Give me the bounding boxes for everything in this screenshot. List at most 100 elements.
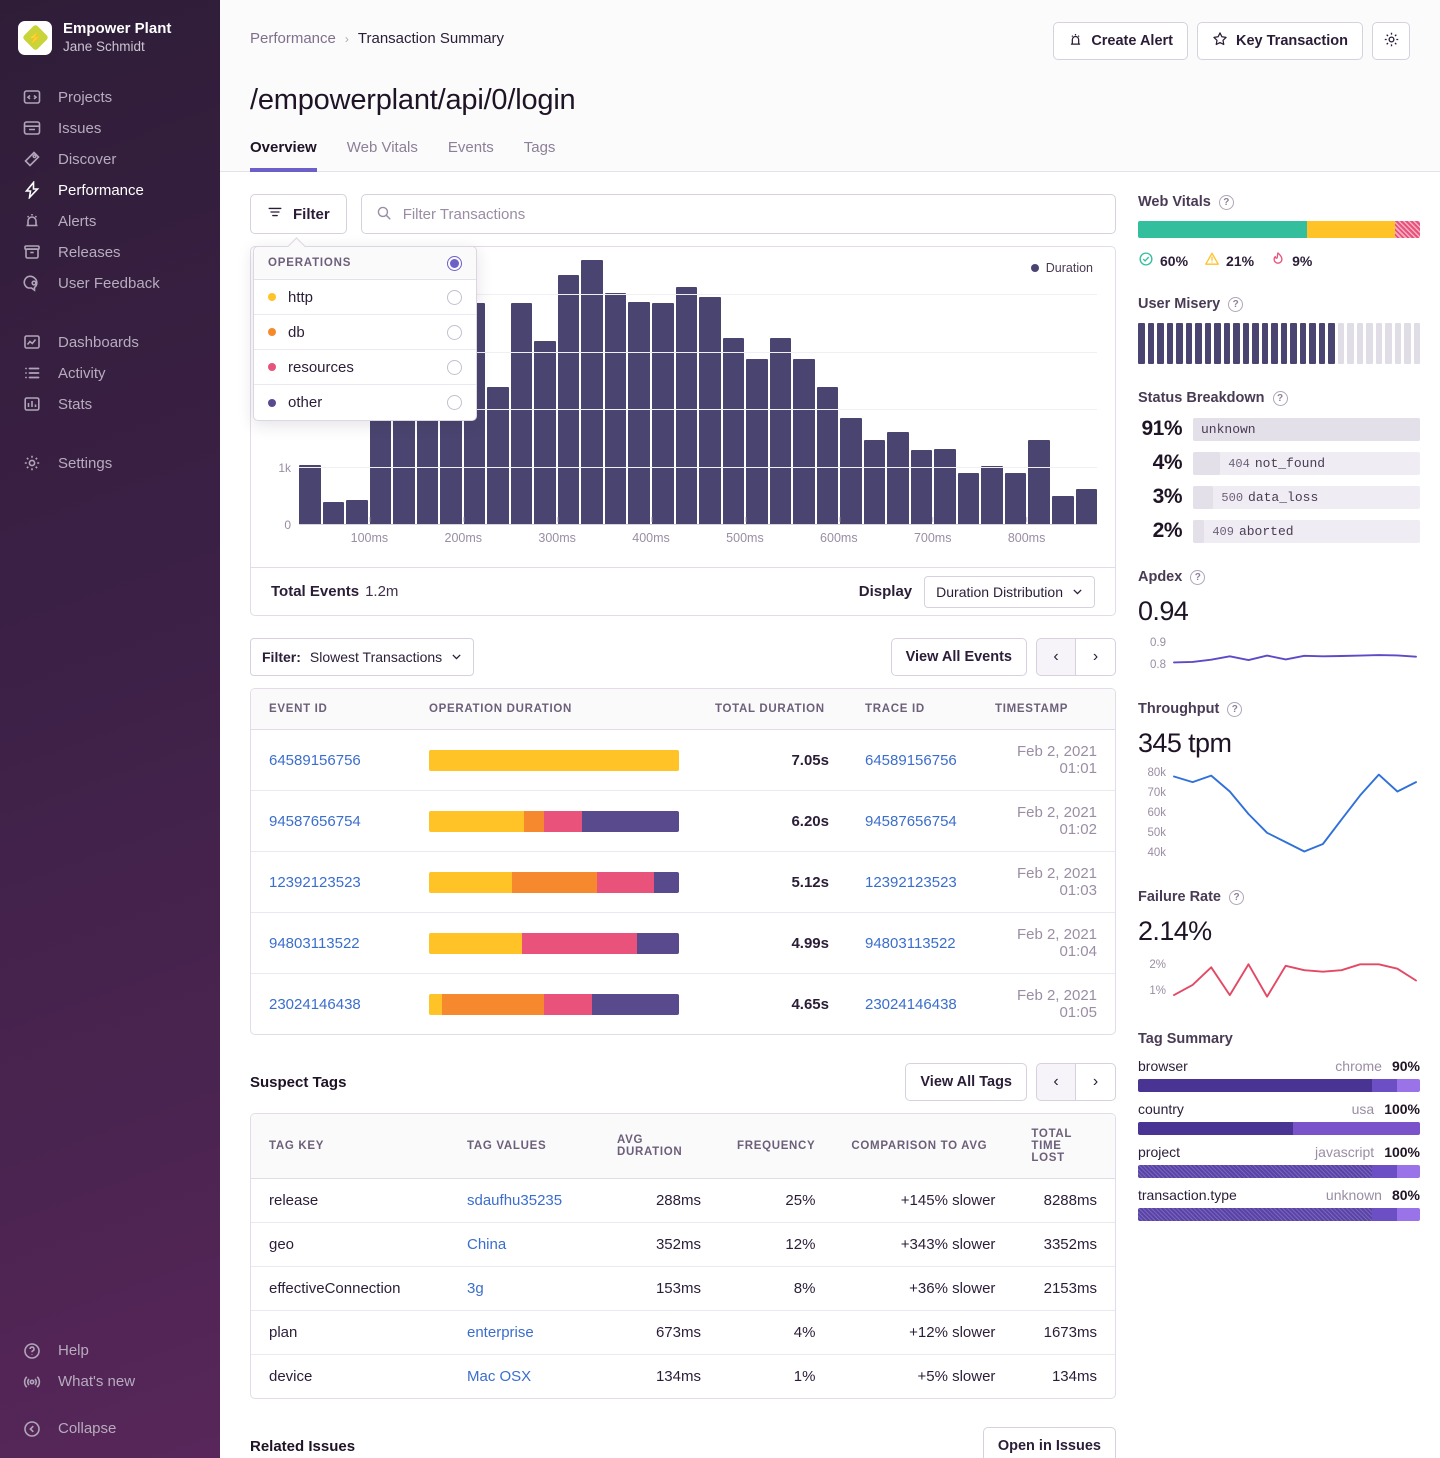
histogram-bar[interactable]: [958, 473, 980, 525]
create-alert-button[interactable]: Create Alert: [1053, 22, 1188, 60]
status-breakdown-row[interactable]: 3%500data_loss: [1138, 485, 1420, 509]
dropdown-option-db[interactable]: db: [254, 315, 476, 350]
settings-button[interactable]: [1372, 22, 1410, 60]
histogram-bar[interactable]: [817, 387, 839, 525]
dropdown-option-radio[interactable]: [447, 360, 462, 375]
histogram-bar[interactable]: [558, 275, 580, 525]
tab-web-vitals[interactable]: Web Vitals: [347, 139, 418, 172]
tag-summary-row[interactable]: projectjavascript100%: [1138, 1144, 1420, 1178]
tag-value-link[interactable]: Mac OSX: [467, 1368, 531, 1385]
open-in-issues-button[interactable]: Open in Issues: [983, 1427, 1116, 1458]
histogram-bar[interactable]: [534, 341, 556, 525]
display-select[interactable]: Duration Distribution: [924, 576, 1095, 608]
search-input[interactable]: [403, 206, 1101, 223]
sidebar-item-projects[interactable]: Projects: [0, 82, 220, 113]
histogram-bar[interactable]: [699, 297, 721, 525]
help-tooltip-icon[interactable]: ?: [1273, 391, 1288, 406]
histogram-bar[interactable]: [864, 440, 886, 525]
histogram-bar[interactable]: [652, 303, 674, 525]
table-row[interactable]: releasesdaufhu35235288ms25%+145% slower8…: [251, 1179, 1115, 1223]
tag-summary-row[interactable]: countryusa100%: [1138, 1101, 1420, 1135]
event-id-link[interactable]: 94587656754: [269, 813, 361, 830]
histogram-bar[interactable]: [770, 338, 792, 525]
histogram-bar[interactable]: [487, 387, 509, 525]
trace-id-link[interactable]: 94803113522: [865, 935, 956, 952]
view-all-events-button[interactable]: View All Events: [891, 638, 1027, 676]
tab-events[interactable]: Events: [448, 139, 494, 172]
sidebar-item-releases[interactable]: Releases: [0, 237, 220, 268]
event-id-link[interactable]: 94803113522: [269, 935, 360, 952]
sidebar-item-issues[interactable]: Issues: [0, 113, 220, 144]
table-row[interactable]: geoChina352ms12%+343% slower3352ms: [251, 1223, 1115, 1267]
histogram-bar[interactable]: [346, 500, 368, 525]
trace-id-link[interactable]: 23024146438: [865, 996, 957, 1013]
histogram-bar[interactable]: [934, 449, 956, 525]
sidebar-item-alerts[interactable]: Alerts: [0, 206, 220, 237]
dropdown-option-radio[interactable]: [447, 290, 462, 305]
filter-button[interactable]: Filter: [250, 194, 347, 234]
table-row[interactable]: planenterprise673ms4%+12% slower1673ms: [251, 1311, 1115, 1355]
tag-value-link[interactable]: enterprise: [467, 1324, 534, 1341]
sidebar-org-header[interactable]: ⚡ Empower Plant Jane Schmidt: [0, 0, 220, 56]
histogram-bar[interactable]: [299, 465, 321, 525]
tag-value-link[interactable]: sdaufhu35235: [467, 1192, 562, 1209]
help-tooltip-icon[interactable]: ?: [1227, 702, 1242, 717]
sidebar-item-settings[interactable]: Settings: [0, 448, 220, 479]
dropdown-option-radio[interactable]: [447, 395, 462, 410]
status-breakdown-row[interactable]: 2%409aborted: [1138, 519, 1420, 543]
events-filter-select[interactable]: Filter: Slowest Transactions: [250, 638, 474, 676]
trace-id-link[interactable]: 94587656754: [865, 813, 957, 830]
view-all-tags-button[interactable]: View All Tags: [905, 1063, 1027, 1101]
trace-id-link[interactable]: 12392123523: [865, 874, 957, 891]
histogram-bar[interactable]: [628, 302, 650, 525]
sidebar-item-performance[interactable]: Performance: [0, 175, 220, 206]
histogram-bar[interactable]: [1076, 489, 1098, 525]
histogram-bar[interactable]: [981, 466, 1003, 525]
sidebar-item-activity[interactable]: Activity: [0, 358, 220, 389]
tag-summary-row[interactable]: browserchrome90%: [1138, 1058, 1420, 1092]
sidebar-item-discover[interactable]: Discover: [0, 144, 220, 175]
events-prev-button[interactable]: ‹: [1036, 638, 1076, 676]
histogram-bar[interactable]: [887, 432, 909, 525]
events-next-button[interactable]: ›: [1076, 638, 1116, 676]
tag-summary-row[interactable]: transaction.typeunknown80%: [1138, 1187, 1420, 1221]
dropdown-option-resources[interactable]: resources: [254, 350, 476, 385]
histogram-bar[interactable]: [676, 287, 698, 525]
histogram-bar[interactable]: [323, 502, 345, 525]
trace-id-link[interactable]: 64589156756: [865, 752, 957, 769]
search-transactions-box[interactable]: [361, 194, 1116, 234]
histogram-bar[interactable]: [511, 303, 533, 525]
tag-value-link[interactable]: 3g: [467, 1280, 484, 1297]
histogram-bar[interactable]: [1028, 440, 1050, 525]
sidebar-item-user-feedback[interactable]: User Feedback: [0, 268, 220, 299]
tab-tags[interactable]: Tags: [524, 139, 556, 172]
histogram-bar[interactable]: [723, 338, 745, 525]
table-row[interactable]: 123921235235.12s12392123523Feb 2, 2021 0…: [251, 852, 1115, 913]
status-breakdown-row[interactable]: 91%unknown: [1138, 417, 1420, 441]
table-row[interactable]: 945876567546.20s94587656754Feb 2, 2021 0…: [251, 791, 1115, 852]
histogram-bar[interactable]: [1005, 473, 1027, 525]
histogram-bar[interactable]: [793, 359, 815, 525]
histogram-bar[interactable]: [911, 450, 933, 525]
event-id-link[interactable]: 12392123523: [269, 874, 361, 891]
histogram-bar[interactable]: [746, 359, 768, 525]
event-id-link[interactable]: 23024146438: [269, 996, 361, 1013]
dropdown-option-other[interactable]: other: [254, 385, 476, 420]
sidebar-item-collapse[interactable]: Collapse: [0, 1413, 220, 1444]
tags-prev-button[interactable]: ‹: [1036, 1063, 1076, 1101]
table-row[interactable]: 645891567567.05s64589156756Feb 2, 2021 0…: [251, 730, 1115, 791]
dropdown-option-radio[interactable]: [447, 325, 462, 340]
dropdown-header-radio[interactable]: [447, 256, 462, 271]
sidebar-item-whats-new[interactable]: What's new: [0, 1366, 220, 1397]
tags-next-button[interactable]: ›: [1076, 1063, 1116, 1101]
status-breakdown-row[interactable]: 4%404not_found: [1138, 451, 1420, 475]
histogram-bar[interactable]: [1052, 496, 1074, 525]
help-tooltip-icon[interactable]: ?: [1228, 297, 1243, 312]
tag-value-link[interactable]: China: [467, 1236, 506, 1253]
histogram-bar[interactable]: [840, 418, 862, 525]
sidebar-item-stats[interactable]: Stats: [0, 389, 220, 420]
help-tooltip-icon[interactable]: ?: [1190, 570, 1205, 585]
sidebar-item-dashboards[interactable]: Dashboards: [0, 327, 220, 358]
sidebar-item-help[interactable]: Help: [0, 1335, 220, 1366]
histogram-bar[interactable]: [581, 260, 603, 525]
